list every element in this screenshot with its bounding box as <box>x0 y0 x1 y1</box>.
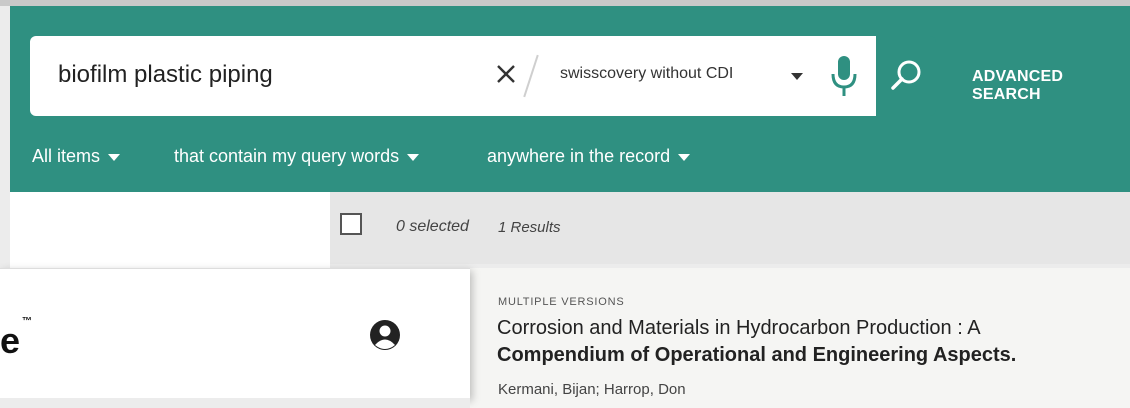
filter-item-type-label: All items <box>32 146 101 166</box>
filter-field[interactable]: anywhere in the record <box>487 146 691 167</box>
chevron-down-icon <box>407 153 420 161</box>
chevron-down-icon[interactable] <box>790 69 804 83</box>
advanced-search-link[interactable]: ADVANCED SEARCH <box>972 68 1130 104</box>
filter-match-mode[interactable]: that contain my query words <box>174 146 420 167</box>
chevron-down-icon <box>108 153 121 161</box>
filter-field-label: anywhere in the record <box>487 146 671 166</box>
overlay-bottom-gap <box>0 398 470 408</box>
select-all-checkbox[interactable] <box>340 213 362 235</box>
filter-item-type[interactable]: All items <box>32 146 121 167</box>
filter-match-mode-label: that contain my query words <box>174 146 400 166</box>
user-circle-icon[interactable] <box>368 318 402 352</box>
selected-count: 0 selected <box>396 218 469 235</box>
result-title-line2[interactable]: Compendium of Operational and Engineerin… <box>497 344 1016 367</box>
chevron-down-icon <box>678 153 691 161</box>
search-box[interactable]: biofilm plastic piping swisscovery witho… <box>30 36 874 116</box>
microphone-icon[interactable] <box>828 52 860 100</box>
search-icon <box>891 60 921 90</box>
multiple-versions-badge[interactable]: MULTIPLE VERSIONS <box>498 296 624 308</box>
search-header: biofilm plastic piping swisscovery witho… <box>10 6 1130 192</box>
search-input[interactable]: biofilm plastic piping <box>58 61 273 89</box>
search-button[interactable] <box>874 36 936 116</box>
results-count: 1 Results <box>498 219 561 236</box>
result-authors: Kermani, Bijan; Harrop, Don <box>498 381 686 398</box>
result-title-line1[interactable]: Corrosion and Materials in Hydrocarbon P… <box>497 317 981 340</box>
trademark-mark: ™ <box>22 316 32 327</box>
scope-divider <box>523 54 539 98</box>
scope-select[interactable]: swisscovery without CDI <box>560 65 733 83</box>
logo-fragment: e <box>0 320 21 361</box>
clear-icon[interactable] <box>492 60 520 88</box>
